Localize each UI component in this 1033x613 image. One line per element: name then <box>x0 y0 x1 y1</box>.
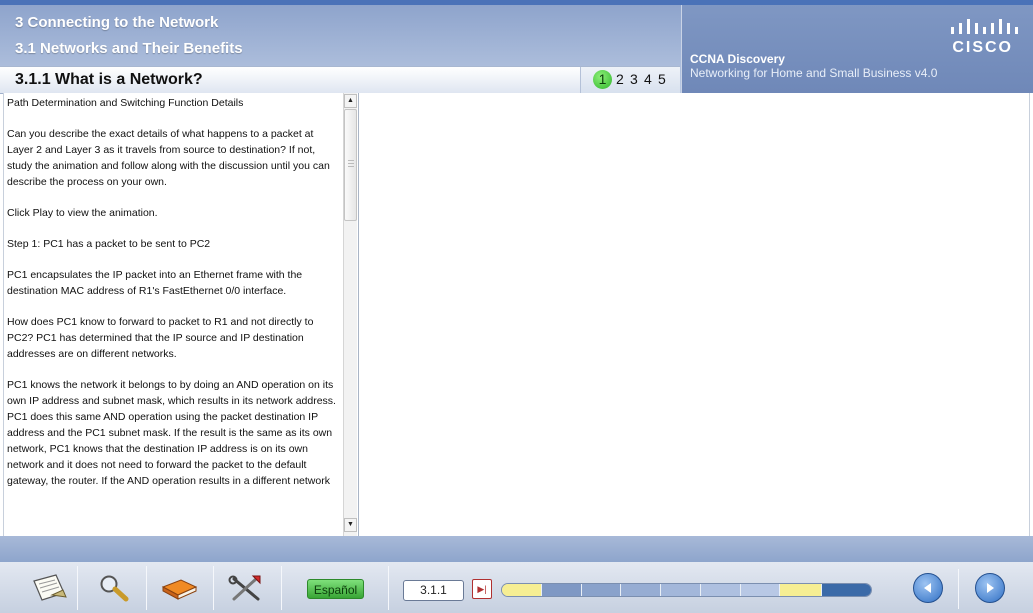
progress-segment[interactable] <box>740 584 781 596</box>
section-title: 3.1 Networks and Their Benefits <box>15 40 243 57</box>
page-title-bar: 3.1.1 What is a Network? 1 2 3 4 5 <box>0 66 680 94</box>
course-title: CCNA Discovery <box>690 52 785 66</box>
scroll-thumb[interactable] <box>344 109 357 221</box>
search-icon <box>100 575 129 602</box>
page-id-field[interactable]: 3.1.1 <box>403 580 464 601</box>
text-paragraph: PC1 encapsulates the IP packet into an E… <box>7 269 303 297</box>
course-subtitle: Networking for Home and Small Business v… <box>690 66 938 80</box>
jump-to-end-button[interactable]: ▶| <box>472 579 492 599</box>
footer-band <box>0 536 1033 562</box>
toolbar-separator <box>146 566 147 610</box>
brand-panel: CISCO CCNA Discovery Networking for Home… <box>681 5 1033 93</box>
next-page-button[interactable] <box>975 573 1005 603</box>
scroll-grip-icon <box>348 160 354 168</box>
glossary-icon <box>33 574 67 601</box>
scroll-up-button[interactable]: ▲ <box>344 94 357 108</box>
progress-segment[interactable] <box>581 584 622 596</box>
vertical-scrollbar[interactable]: ▲ ▼ <box>343 93 357 536</box>
footer-toolbar: Español 3.1.1 ▶| <box>0 562 1033 613</box>
content-area: Path Determination and Switching Functio… <box>3 93 1030 536</box>
toolbar-separator <box>388 566 389 610</box>
book-icon <box>161 579 198 600</box>
text-paragraph: Step 1: PC1 has a packet to be sent to P… <box>7 238 211 250</box>
text-paragraph: How does PC1 know to forward to packet t… <box>7 316 314 360</box>
arrow-left-icon <box>924 583 931 593</box>
toolbar-separator <box>77 566 78 610</box>
page-link-4[interactable]: 4 <box>644 71 652 87</box>
course-progress-bar[interactable] <box>501 583 872 597</box>
text-paragraph: Can you describe the exact details of wh… <box>7 128 330 188</box>
toolbar-separator <box>281 566 282 610</box>
glossary-button[interactable] <box>25 567 73 609</box>
progress-segment-current[interactable] <box>822 584 871 596</box>
scroll-down-button[interactable]: ▼ <box>344 518 357 532</box>
jump-end-icon: ▶| <box>477 584 487 594</box>
progress-segment[interactable] <box>661 584 701 596</box>
progress-segment[interactable] <box>621 584 662 596</box>
toolbar-separator <box>958 569 959 609</box>
tools-button[interactable] <box>222 567 270 609</box>
page-navigator: 1 2 3 4 5 <box>580 67 680 94</box>
language-button[interactable]: Español <box>307 579 364 599</box>
cisco-wordmark: CISCO <box>952 39 1013 56</box>
page-link-1[interactable]: 1 <box>593 70 612 89</box>
header: 3 Connecting to the Network 3.1 Networks… <box>0 5 1033 94</box>
animation-area[interactable] <box>360 93 1029 536</box>
page-title: 3.1.1 What is a Network? <box>15 71 203 88</box>
page-link-3[interactable]: 3 <box>630 71 638 87</box>
text-paragraph: PC1 knows the network it belongs to by d… <box>7 379 336 487</box>
toolbar-separator <box>213 566 214 610</box>
progress-segment[interactable] <box>541 584 582 596</box>
progress-segment[interactable] <box>780 584 823 596</box>
tools-icon <box>228 575 261 601</box>
text-heading: Path Determination and Switching Functio… <box>7 97 244 109</box>
progress-segment[interactable] <box>700 584 741 596</box>
page-link-5[interactable]: 5 <box>658 71 666 87</box>
arrow-right-icon <box>987 583 994 593</box>
previous-page-button[interactable] <box>913 573 943 603</box>
text-paragraph: Click Play to view the animation. <box>7 207 158 219</box>
chapter-title: 3 Connecting to the Network <box>15 14 219 31</box>
page-link-2[interactable]: 2 <box>616 71 624 87</box>
search-button[interactable] <box>90 567 138 609</box>
cisco-logo-icon <box>951 19 1018 34</box>
text-scroll-area[interactable]: Path Determination and Switching Functio… <box>7 93 341 536</box>
header-titles: 3 Connecting to the Network 3.1 Networks… <box>0 5 680 65</box>
text-panel: Path Determination and Switching Functio… <box>4 93 359 536</box>
course-index-button[interactable] <box>155 567 203 609</box>
progress-segment[interactable] <box>502 584 542 596</box>
